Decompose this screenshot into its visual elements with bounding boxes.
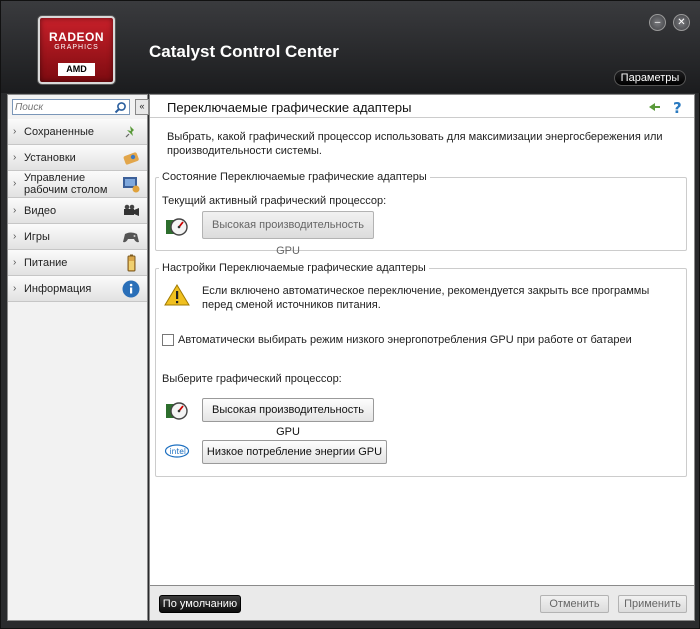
chevron-right-icon: ›: [13, 205, 17, 216]
gamepad-icon: [123, 232, 139, 243]
app-title: Catalyst Control Center: [149, 42, 339, 61]
preferences-button[interactable]: Параметры: [614, 70, 686, 86]
logo-line1: RADEON: [48, 30, 104, 44]
search-icon[interactable]: [114, 101, 127, 114]
intel-logo-text: intel: [170, 447, 186, 456]
sidebar-item-power[interactable]: › Питание: [8, 250, 147, 276]
battery-icon: [127, 254, 136, 272]
gpu-performance-icon: [166, 402, 188, 420]
sidebar: « › Сохраненные › Установки › Управление…: [7, 94, 149, 621]
settings-group-legend: Настройки Переключаемые графические адап…: [162, 262, 426, 274]
sidebar-item-label: Видео: [24, 205, 57, 217]
video-camera-icon: [124, 204, 139, 216]
chevron-right-icon: ›: [13, 257, 17, 268]
logo-line2: GRAPHICS: [54, 44, 99, 51]
status-group-legend: Состояние Переключаемые графические адап…: [162, 171, 427, 183]
current-gpu-value: Высокая производительность GPU: [202, 211, 374, 257]
collapse-sidebar-button[interactable]: «: [135, 99, 149, 115]
chevron-right-icon: ›: [13, 283, 17, 294]
sidebar-item-label: Управление рабочим столом: [24, 172, 108, 196]
chevron-right-icon: ›: [13, 152, 17, 163]
auto-low-power-label[interactable]: Автоматически выбирать режим низкого эне…: [178, 334, 632, 346]
low-power-gpu-button[interactable]: Низкое потребление энергии GPU: [202, 440, 387, 464]
presets-icon: [123, 152, 139, 165]
search-row: «: [12, 99, 149, 115]
chevron-right-icon: ›: [13, 126, 17, 137]
info-icon: [122, 280, 140, 298]
pin-page-icon[interactable]: [646, 99, 662, 115]
sidebar-item-label: Информация: [24, 283, 92, 295]
defaults-button[interactable]: По умолчанию: [159, 595, 241, 613]
sidebar-item-desktop-management[interactable]: › Управление рабочим столом: [8, 171, 147, 198]
sidebar-item-label: Установки: [24, 152, 76, 164]
app-header: RADEON GRAPHICS AMD Catalyst Control Cen…: [1, 1, 700, 93]
sidebar-item-label: Сохраненные: [24, 126, 95, 138]
chevron-right-icon: ›: [13, 178, 17, 189]
chevron-right-icon: ›: [13, 231, 17, 242]
auto-low-power-checkbox[interactable]: [162, 334, 174, 346]
sidebar-item-games[interactable]: › Игры: [8, 224, 147, 250]
sidebar-nav: › Сохраненные › Установки › Управление р…: [8, 119, 147, 302]
minimize-button[interactable]: –: [649, 14, 666, 31]
sidebar-item-label: Игры: [24, 231, 50, 243]
page-title: Переключаемые графические адаптеры: [167, 100, 412, 115]
warning-text: Если включено автоматическое переключени…: [202, 285, 650, 311]
footer-bar: По умолчанию Отменить Применить: [149, 586, 695, 621]
sidebar-item-presets[interactable]: › Установки: [8, 145, 147, 171]
pin-icon: [125, 126, 134, 138]
high-performance-gpu-button[interactable]: Высокая производительность GPU: [202, 398, 374, 438]
warning-icon: [164, 284, 190, 306]
sidebar-item-label: Питание: [24, 257, 68, 269]
current-gpu-label: Текущий активный графический процессор:: [162, 195, 387, 207]
main-content: Переключаемые графические адаптеры ? Выб…: [149, 94, 695, 586]
intel-logo-icon: intel: [164, 444, 190, 458]
help-icon[interactable]: ?: [670, 99, 686, 115]
search-input[interactable]: [15, 101, 111, 113]
svg-text:?: ?: [673, 99, 682, 115]
close-button[interactable]: ✕: [673, 14, 690, 31]
sidebar-item-saved[interactable]: › Сохраненные: [8, 119, 147, 145]
radeon-logo: RADEON GRAPHICS AMD: [38, 16, 115, 84]
choose-gpu-label: Выберите графический процессор:: [162, 373, 342, 385]
logo-line3: AMD: [58, 63, 95, 76]
search-box[interactable]: [12, 99, 130, 115]
sidebar-item-video[interactable]: › Видео: [8, 198, 147, 224]
desktop-icon: [123, 177, 140, 193]
sidebar-item-information[interactable]: › Информация: [8, 276, 147, 302]
page-description: Выбрать, какой графический процессор исп…: [167, 131, 663, 157]
title-divider: [150, 117, 694, 118]
app-window: RADEON GRAPHICS AMD Catalyst Control Cen…: [0, 0, 700, 629]
apply-button[interactable]: Применить: [618, 595, 687, 613]
gpu-performance-icon: [166, 218, 188, 236]
cancel-button[interactable]: Отменить: [540, 595, 609, 613]
